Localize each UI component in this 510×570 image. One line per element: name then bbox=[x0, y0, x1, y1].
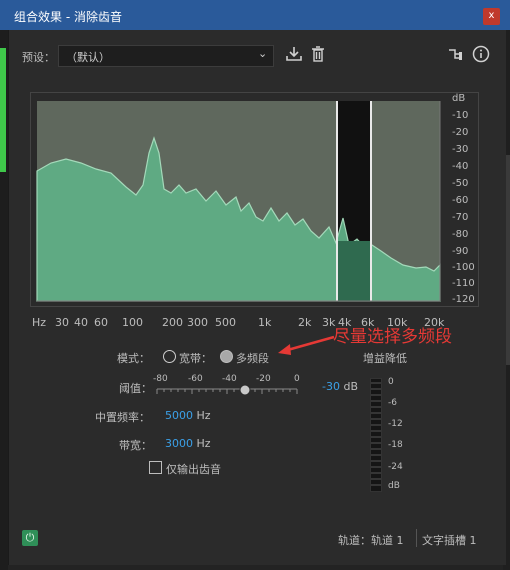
db-label: -100 bbox=[452, 262, 475, 273]
download-icon[interactable] bbox=[284, 44, 304, 64]
db-label: -60 bbox=[452, 195, 469, 206]
db-label: dB bbox=[452, 93, 466, 104]
info-icon[interactable] bbox=[471, 44, 491, 64]
freq-label: Hz bbox=[32, 316, 47, 329]
threshold-tick: -40 bbox=[222, 374, 237, 384]
output-sibilance-checkbox[interactable] bbox=[149, 461, 162, 474]
db-label: -70 bbox=[452, 212, 469, 223]
freq-label: 500 bbox=[215, 316, 236, 329]
annotation-text: 尽量选择多频段 bbox=[333, 327, 452, 347]
freq-label: 60 bbox=[94, 316, 108, 329]
bandwidth-row[interactable]: 3000 Hz bbox=[165, 437, 211, 450]
freq-label: 30 bbox=[55, 316, 69, 329]
bandwidth-unit: Hz bbox=[196, 437, 211, 450]
footer-divider bbox=[416, 529, 417, 547]
track-label: 轨道：轨道 1 bbox=[338, 534, 404, 547]
bandwidth-value[interactable]: 3000 bbox=[165, 437, 193, 450]
gain-tick: 0 bbox=[388, 377, 394, 387]
annotation-arrow bbox=[278, 335, 335, 355]
gain-reduction-label: 增益降低 bbox=[363, 352, 407, 365]
db-label: -10 bbox=[452, 110, 469, 121]
mode-wide-label[interactable]: 宽带： bbox=[179, 350, 212, 366]
preset-label: 预设： bbox=[22, 51, 55, 64]
freq-label: 100 bbox=[122, 316, 143, 329]
gain-tick: -24 bbox=[388, 462, 403, 472]
chevron-down-icon[interactable]: ⌄ bbox=[258, 47, 267, 60]
gain-tick: -18 bbox=[388, 440, 403, 450]
level-meter-bar bbox=[0, 48, 6, 172]
threshold-tick: 0 bbox=[294, 374, 300, 384]
freq-label: 1k bbox=[258, 316, 272, 329]
spectrum-graph[interactable] bbox=[30, 92, 479, 307]
threshold-handle[interactable] bbox=[239, 384, 251, 396]
threshold-label: 阈值： bbox=[119, 382, 152, 395]
routing-icon[interactable] bbox=[446, 44, 466, 64]
center-freq-value[interactable]: 5000 bbox=[165, 409, 193, 422]
center-freq-label: 中置频率： bbox=[95, 411, 150, 424]
db-label: -120 bbox=[452, 294, 475, 305]
close-button[interactable]: x bbox=[483, 8, 500, 25]
mode-multi-label[interactable]: 多频段 bbox=[236, 350, 269, 366]
slot-label: 文字插槽 1 bbox=[422, 534, 477, 547]
gain-tick: -6 bbox=[388, 398, 397, 408]
threshold-slider[interactable] bbox=[155, 384, 300, 400]
threshold-value[interactable]: -30 bbox=[322, 380, 340, 393]
power-icon[interactable]: ⏻ bbox=[22, 530, 38, 546]
mode-label: 模式： bbox=[117, 352, 150, 365]
threshold-tick: -80 bbox=[153, 374, 168, 384]
freq-label: 2k bbox=[298, 316, 312, 329]
db-label: -40 bbox=[452, 161, 469, 172]
db-label: -50 bbox=[452, 178, 469, 189]
freq-label: 40 bbox=[74, 316, 88, 329]
db-label: -80 bbox=[452, 229, 469, 240]
mode-wide-radio[interactable] bbox=[163, 350, 176, 363]
db-label: -20 bbox=[452, 127, 469, 138]
window-title: 组合效果 - 消除齿音 bbox=[14, 10, 122, 24]
threshold-tick: -20 bbox=[256, 374, 271, 384]
freq-label: 200 bbox=[162, 316, 183, 329]
gain-reduction-meter bbox=[370, 378, 382, 492]
output-sibilance-label[interactable]: 仅输出齿音 bbox=[166, 461, 221, 477]
preset-value: （默认） bbox=[66, 51, 110, 64]
center-freq-unit: Hz bbox=[196, 409, 211, 422]
freq-label: 300 bbox=[187, 316, 208, 329]
threshold-value-row[interactable]: -30 dB bbox=[322, 380, 358, 393]
spectrum-svg bbox=[36, 101, 441, 302]
bandwidth-label: 带宽： bbox=[119, 439, 152, 452]
db-label: -90 bbox=[452, 246, 469, 257]
db-label: -30 bbox=[452, 144, 469, 155]
trash-icon[interactable] bbox=[308, 44, 328, 64]
threshold-tick: -60 bbox=[188, 374, 203, 384]
threshold-unit: dB bbox=[343, 380, 358, 393]
db-label: -110 bbox=[452, 278, 475, 289]
gain-tick: -12 bbox=[388, 419, 403, 429]
center-freq-row[interactable]: 5000 Hz bbox=[165, 409, 211, 422]
mode-multi-radio[interactable] bbox=[220, 350, 233, 363]
gain-tick: dB bbox=[388, 481, 400, 491]
